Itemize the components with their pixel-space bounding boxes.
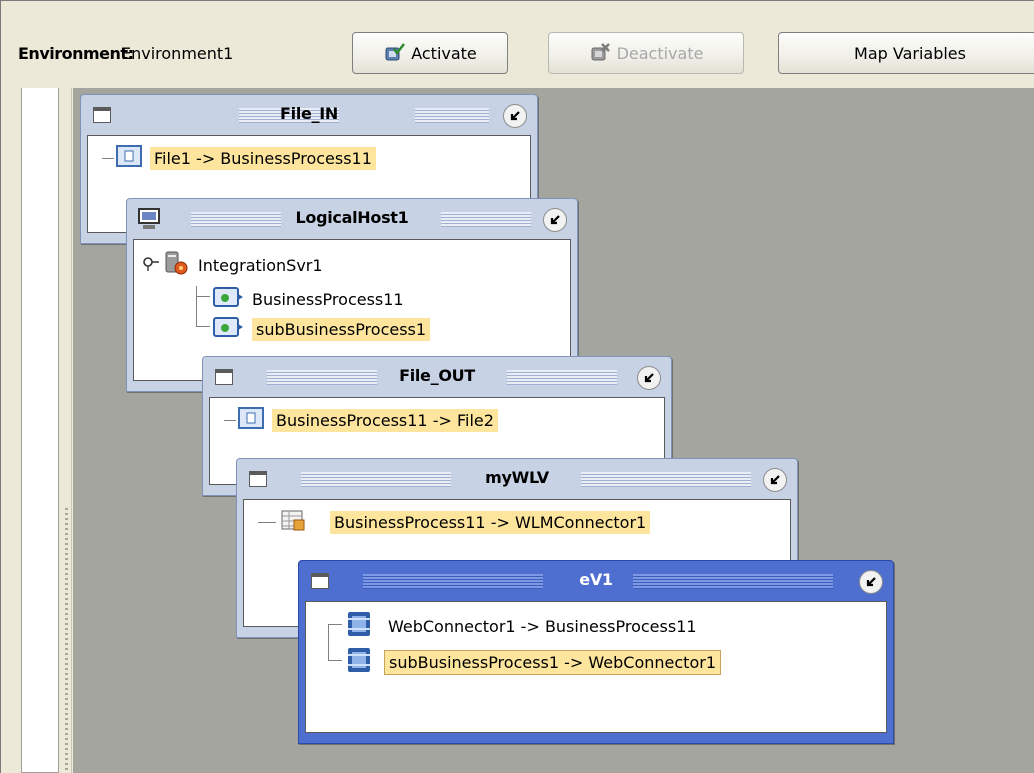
grip: [301, 472, 451, 487]
file-icon: [116, 144, 142, 172]
titlebar[interactable]: File_IN: [85, 99, 533, 133]
window-title: eV1: [579, 570, 613, 589]
tree-line: [328, 624, 329, 660]
activate-button[interactable]: Activate: [352, 32, 508, 74]
window-title: LogicalHost1: [295, 208, 409, 227]
grip: [363, 574, 543, 589]
grip: [415, 108, 489, 123]
deactivate-label: Deactivate: [616, 43, 704, 63]
connection-label: BusinessProcess11 -> WLMConnector1: [330, 510, 651, 534]
connection-label: File1 -> BusinessProcess11: [150, 146, 376, 170]
list-item[interactable]: BusinessProcess11 -> File2: [238, 406, 498, 434]
collapse-arrow-icon[interactable]: [503, 104, 527, 128]
grip: [441, 212, 531, 227]
tree-line: [196, 326, 210, 327]
list-item[interactable]: subBusinessProcess1: [212, 314, 431, 344]
grip: [239, 108, 339, 123]
activate-icon: [383, 42, 406, 64]
collapse-arrow-icon[interactable]: [543, 208, 567, 232]
expand-toggle-icon[interactable]: [142, 254, 160, 276]
environment-value: Environment1: [121, 44, 234, 63]
tree-line: [102, 158, 114, 159]
tree-line: [196, 286, 197, 326]
titlebar[interactable]: eV1: [303, 565, 889, 599]
business-process-icon: [212, 314, 244, 344]
titlebar[interactable]: LogicalHost1: [131, 203, 573, 237]
list-item[interactable]: File1 -> BusinessProcess11: [116, 144, 376, 172]
list-item[interactable]: BusinessProcess11: [212, 284, 404, 314]
tree-line: [328, 624, 342, 625]
grip: [267, 370, 377, 385]
map-variables-label: Map Variables: [854, 43, 966, 63]
environment-label: Environment:: [18, 44, 134, 63]
list-item[interactable]: subBusinessProcess1 -> WebConnector1: [346, 646, 721, 678]
map-variables-button[interactable]: Map Variables: [778, 32, 1034, 74]
connection-label: BusinessProcess11 -> File2: [272, 408, 498, 432]
business-process-icon: [212, 284, 244, 314]
activate-label: Activate: [411, 43, 477, 63]
titlebar[interactable]: File_OUT: [207, 361, 667, 395]
deactivate-button[interactable]: Deactivate: [548, 32, 744, 74]
deactivate-icon: [589, 42, 611, 64]
computer-icon: [137, 207, 161, 235]
window-title: File_OUT: [399, 366, 475, 385]
environment-toolbar: Environment: Environment1 Activate Deact…: [8, 24, 1034, 86]
server-icon: [162, 250, 188, 280]
list-item[interactable]: WebConnector1 -> BusinessProcess11: [346, 610, 697, 642]
server-label: IntegrationSvr1: [198, 255, 323, 275]
collapse-arrow-icon[interactable]: [859, 570, 883, 594]
tree-node-server[interactable]: IntegrationSvr1: [142, 250, 323, 280]
collapse-arrow-icon[interactable]: [763, 468, 787, 492]
list-item[interactable]: BusinessProcess11 -> WLMConnector1: [280, 508, 651, 536]
tree-line: [258, 522, 276, 523]
window-icon: [93, 107, 111, 123]
grip: [191, 212, 281, 227]
grip: [581, 472, 751, 487]
window-body: WebConnector1 -> BusinessProcess11 subBu…: [305, 601, 887, 733]
file-icon: [238, 406, 264, 434]
tree-line: [196, 296, 210, 297]
connection-label: WebConnector1 -> BusinessProcess11: [388, 616, 697, 636]
deployed-item-label: subBusinessProcess1: [252, 317, 431, 341]
splitter-handle[interactable]: [65, 508, 68, 773]
tree-line: [224, 420, 236, 421]
web-connector-icon: [346, 610, 372, 642]
window-icon: [249, 471, 267, 487]
window-title: myWLV: [485, 468, 549, 487]
window-icon: [311, 573, 329, 589]
connector-table-icon: [280, 508, 306, 536]
tree-line: [328, 660, 342, 661]
titlebar[interactable]: myWLV: [241, 463, 793, 497]
collapse-arrow-icon[interactable]: [637, 366, 661, 390]
window-icon: [215, 369, 233, 385]
grip: [633, 574, 833, 589]
window-ev1[interactable]: eV1 WebConnector1 -> BusinessProcess11 s…: [298, 560, 894, 744]
connection-label: subBusinessProcess1 -> WebConnector1: [384, 649, 721, 675]
web-connector-icon: [346, 646, 372, 678]
side-panel: [8, 88, 72, 773]
deployed-item-label: BusinessProcess11: [252, 289, 404, 309]
side-white-strip: [21, 88, 59, 773]
grip: [507, 370, 617, 385]
